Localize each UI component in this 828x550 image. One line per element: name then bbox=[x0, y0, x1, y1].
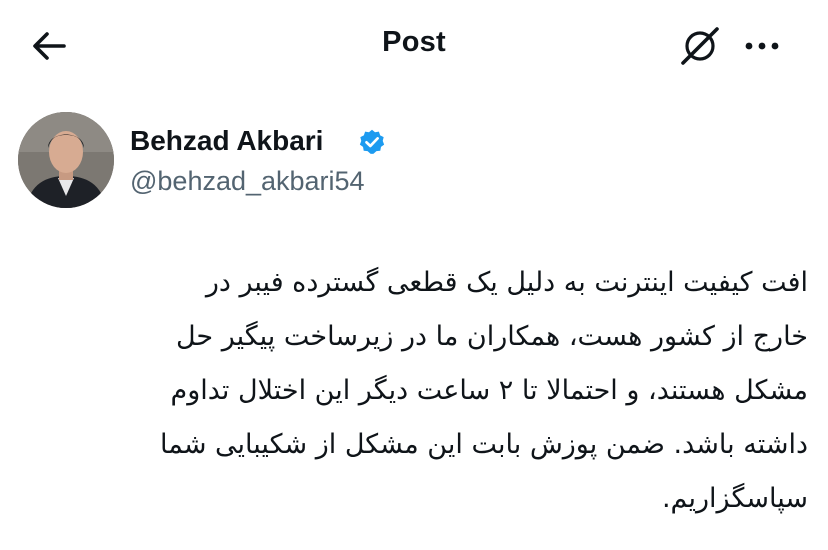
top-bar: Post bbox=[0, 0, 828, 90]
more-horizontal-icon bbox=[745, 42, 779, 50]
post-text: افت کیفیت اینترنت به دلیل یک قطعی گسترده… bbox=[30, 256, 808, 526]
author-handle[interactable]: @behzad_akbari54 bbox=[130, 164, 365, 198]
author-name[interactable]: Behzad Akbari bbox=[130, 124, 323, 158]
post-text-line: سپاسگزاریم. bbox=[661, 483, 808, 514]
verified-icon bbox=[359, 129, 385, 154]
post-text-line: افت کیفیت اینترنت به دلیل یک قطعی گسترده… bbox=[205, 267, 808, 298]
post-text-line: خارج از کشور هست، همکاران ما در زیرساخت … bbox=[175, 321, 808, 352]
post-author: Behzad Akbari @behzad_akbari54 bbox=[18, 112, 808, 212]
more-button[interactable] bbox=[742, 28, 782, 64]
post-text-line: داشته باشد. ضمن پوزش بابت این مشکل از شک… bbox=[160, 429, 808, 460]
post-text-line: مشکل هستند، و احتمالا تا ۲ ساعت دیگر این… bbox=[170, 375, 808, 406]
avatar[interactable] bbox=[18, 112, 114, 208]
grok-icon bbox=[681, 27, 719, 65]
avatar-image bbox=[18, 112, 114, 208]
grok-button[interactable] bbox=[676, 22, 724, 70]
verified-badge bbox=[358, 128, 386, 156]
